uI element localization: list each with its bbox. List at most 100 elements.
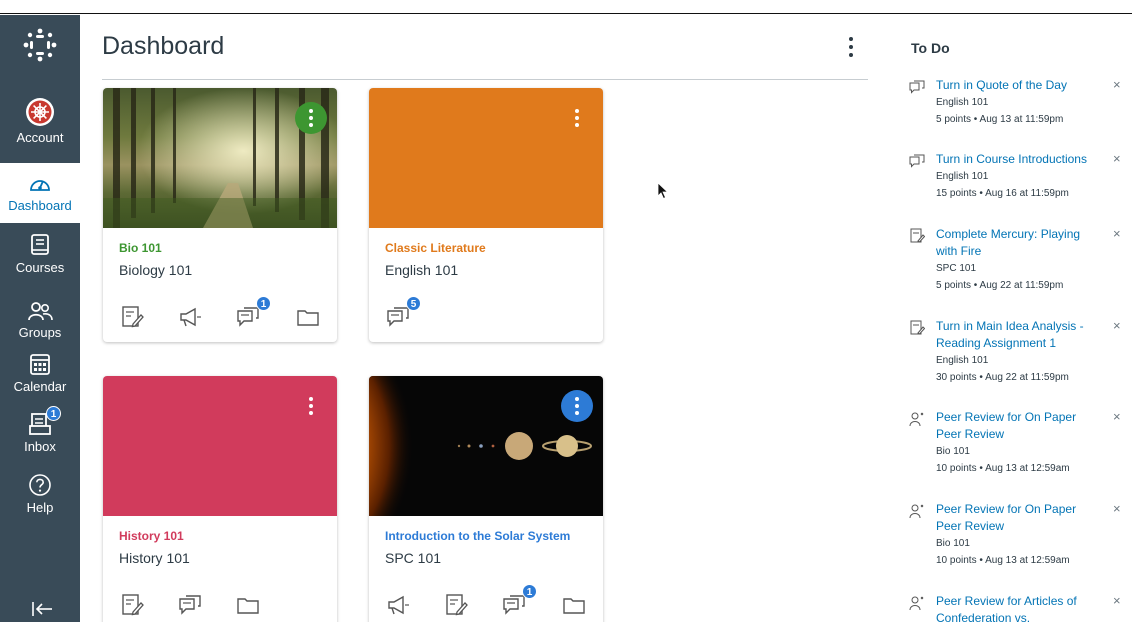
course-card-bio-101[interactable]: Bio 101 Biology 101 1: [103, 88, 337, 342]
assignment-icon: [910, 228, 925, 243]
announcements-icon[interactable]: [385, 592, 411, 618]
course-card-name[interactable]: Bio 101: [119, 241, 162, 255]
card-options-icon[interactable]: [561, 102, 593, 134]
nav-item-inbox[interactable]: 1 Inbox: [0, 406, 80, 454]
dashboard-main: Dashboard Bio 101 Biology 101 1 Classic …: [80, 15, 895, 622]
todo-item-course: English 101: [936, 171, 989, 182]
announcements-icon[interactable]: [177, 304, 203, 330]
course-card-actions: [103, 592, 337, 622]
nav-item-calendar[interactable]: Calendar: [0, 352, 80, 394]
course-card-hero-orange[interactable]: [369, 88, 603, 228]
card-options-icon[interactable]: [295, 390, 327, 422]
course-card-hero-solar-system[interactable]: [369, 376, 603, 516]
mouse-cursor-icon: [657, 182, 669, 200]
top-border: [0, 0, 1132, 14]
todo-item-link[interactable]: Peer Review for Articles of Confederatio…: [936, 593, 1101, 622]
dismiss-close-icon[interactable]: ×: [1113, 593, 1121, 608]
todo-item-link[interactable]: Turn in Quote of the Day: [936, 77, 1101, 94]
title-divider: [102, 79, 868, 80]
nav-label-groups: Groups: [18, 325, 62, 340]
todo-title: To Do: [911, 40, 950, 56]
course-card-hero-forest[interactable]: [103, 88, 337, 228]
course-card-name[interactable]: Introduction to the Solar System: [385, 529, 570, 543]
card-options-icon[interactable]: [295, 102, 327, 134]
course-card-solar-system[interactable]: Introduction to the Solar System SPC 101…: [369, 376, 603, 622]
dismiss-close-icon[interactable]: ×: [1113, 501, 1121, 516]
inbox-unread-badge: 1: [46, 406, 61, 421]
nav-item-help[interactable]: Help: [0, 473, 80, 515]
course-card-code: SPC 101: [385, 550, 442, 566]
dismiss-close-icon[interactable]: ×: [1113, 226, 1121, 241]
discussion-icon: [909, 80, 925, 94]
course-card-actions: 1: [103, 296, 337, 334]
nav-item-courses[interactable]: Courses: [0, 233, 80, 275]
todo-item-course: Bio 101: [936, 538, 970, 549]
todo-item-meta: 30 points • Aug 22 at 11:59pm: [936, 372, 1069, 383]
todo-item-course: SPC 101: [936, 263, 977, 274]
files-icon[interactable]: [561, 592, 587, 618]
help-icon: [29, 474, 51, 496]
course-card-history-101[interactable]: History 101 History 101: [103, 376, 337, 622]
course-card-actions: 1: [369, 584, 603, 622]
collapse-arrow-icon[interactable]: [31, 601, 53, 617]
todo-item-meta: 10 points • Aug 13 at 12:59am: [936, 463, 1070, 474]
todo-item-link[interactable]: Turn in Course Introductions: [936, 151, 1101, 168]
nav-label-calendar: Calendar: [13, 379, 67, 394]
nav-item-groups[interactable]: Groups: [0, 300, 80, 340]
dismiss-close-icon[interactable]: ×: [1113, 318, 1121, 333]
calendar-icon: [30, 354, 50, 375]
discussions-unread-badge: 1: [522, 584, 537, 599]
groups-icon: [28, 302, 53, 321]
course-card-hero-crimson[interactable]: [103, 376, 337, 516]
discussions-icon[interactable]: [177, 592, 203, 618]
dashboard-icon: [30, 180, 50, 191]
discussion-icon: [909, 154, 925, 168]
todo-item-meta: 10 points • Aug 13 at 12:59am: [936, 555, 1070, 566]
course-card-code: History 101: [119, 550, 190, 566]
nav-label-help: Help: [26, 500, 54, 515]
nav-item-account[interactable]: Account: [0, 97, 80, 145]
dismiss-close-icon[interactable]: ×: [1113, 77, 1121, 92]
assignment-icon: [910, 320, 925, 335]
todo-item-link[interactable]: Peer Review for On Paper Peer Review: [936, 501, 1101, 535]
canvas-logo-icon[interactable]: [22, 27, 58, 63]
todo-item-course: English 101: [936, 97, 989, 108]
todo-item-link[interactable]: Peer Review for On Paper Peer Review: [936, 409, 1101, 443]
assignments-icon[interactable]: [119, 304, 145, 330]
course-card-classic-literature[interactable]: Classic Literature English 101 5: [369, 88, 603, 342]
discussions-unread-badge: 5: [406, 296, 421, 311]
files-icon[interactable]: [235, 592, 261, 618]
dismiss-close-icon[interactable]: ×: [1113, 409, 1121, 424]
account-avatar-icon: [26, 98, 54, 126]
course-card-code: English 101: [385, 262, 459, 278]
todo-item: Peer Review for Articles of Confederatio…: [895, 593, 1132, 622]
dismiss-close-icon[interactable]: ×: [1113, 151, 1121, 166]
page-title: Dashboard: [102, 32, 225, 60]
nav-label-dashboard: Dashboard: [8, 198, 72, 213]
courses-icon: [31, 234, 49, 255]
todo-item-course: Bio 101: [936, 446, 970, 457]
todo-item-course: English 101: [936, 355, 989, 366]
nav-label-courses: Courses: [15, 260, 65, 275]
files-icon[interactable]: [295, 304, 321, 330]
discussions-unread-badge: 1: [256, 296, 271, 311]
todo-sidebar: To Do Turn in Quote of the Day English 1…: [895, 15, 1132, 622]
todo-item-meta: 15 points • Aug 16 at 11:59pm: [936, 188, 1069, 199]
todo-item-link[interactable]: Complete Mercury: Playing with Fire: [936, 226, 1101, 260]
course-card-name[interactable]: History 101: [119, 529, 184, 543]
todo-item-meta: 5 points • Aug 22 at 11:59pm: [936, 280, 1064, 291]
peer-review-icon: [909, 504, 924, 519]
dashboard-options-icon[interactable]: [843, 35, 859, 59]
todo-item-link[interactable]: Turn in Main Idea Analysis - Reading Ass…: [936, 318, 1101, 352]
global-navigation: Account Dashboard Courses Groups Calenda…: [0, 15, 80, 622]
card-options-icon[interactable]: [561, 390, 593, 422]
todo-item-meta: 5 points • Aug 13 at 11:59pm: [936, 114, 1064, 125]
peer-review-icon: [909, 412, 924, 427]
assignments-icon[interactable]: [443, 592, 469, 618]
course-card-name[interactable]: Classic Literature: [385, 241, 486, 255]
assignments-icon[interactable]: [119, 592, 145, 618]
peer-review-icon: [909, 596, 924, 611]
nav-item-dashboard[interactable]: Dashboard: [0, 163, 80, 223]
course-card-actions: 5: [369, 296, 603, 334]
nav-label-inbox: Inbox: [24, 439, 56, 454]
